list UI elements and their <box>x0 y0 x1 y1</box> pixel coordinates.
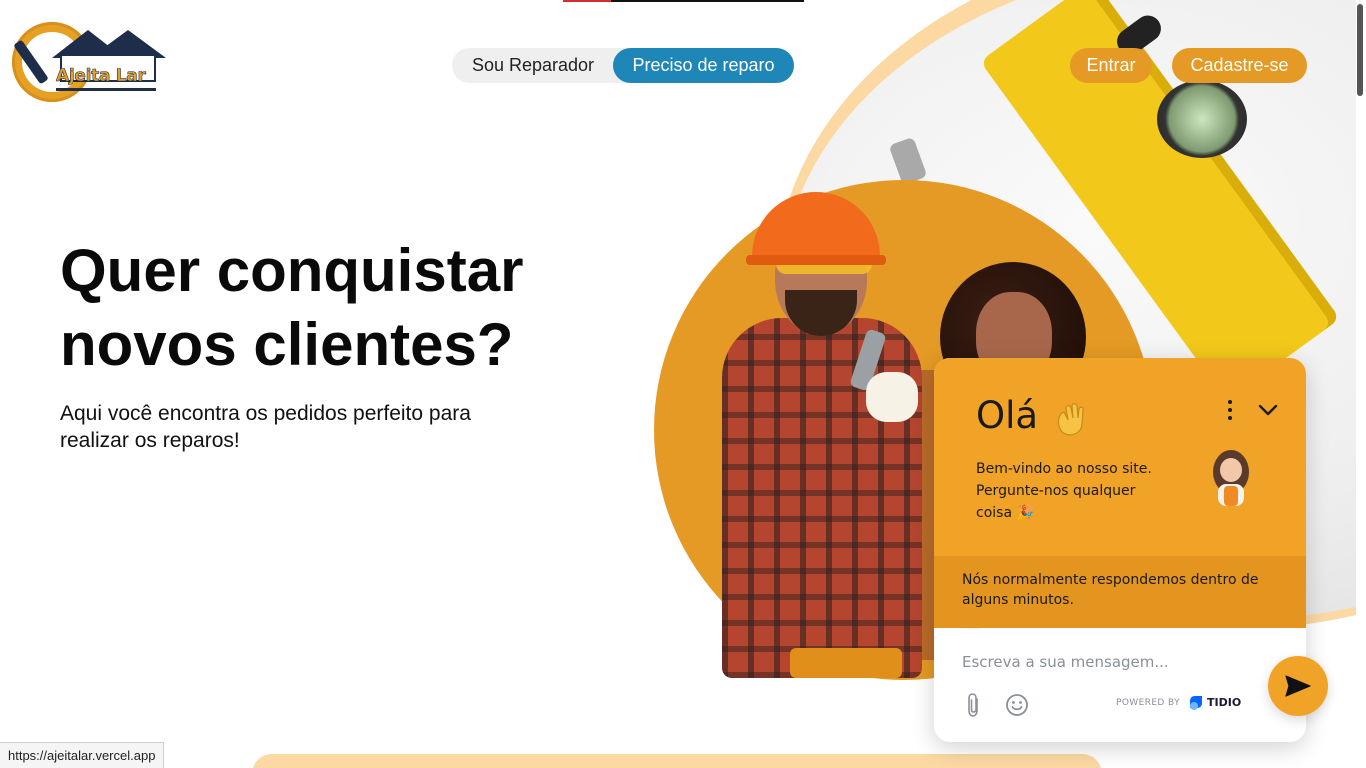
send-icon <box>1285 675 1311 697</box>
toggle-preciso-de-reparo[interactable]: Preciso de reparo <box>613 48 794 83</box>
tidio-logo-icon <box>1190 696 1202 710</box>
hero-title: Quer conquistar novos clientes? <box>60 234 620 382</box>
tool-belt <box>790 648 902 678</box>
chat-widget: Olá Bem-vindo ao nosso site. Pergunte-no… <box>934 358 1306 742</box>
paperclip-icon[interactable] <box>964 692 984 718</box>
agent-avatar <box>1213 450 1249 506</box>
login-button[interactable]: Entrar <box>1070 48 1152 83</box>
work-glove <box>866 372 918 422</box>
chat-response-text: Nós normalmente respondemos dentro de al… <box>962 572 1259 608</box>
hero-title-line-2: novos clientes? <box>60 311 514 378</box>
next-section-band <box>252 754 1102 768</box>
signup-button[interactable]: Cadastre-se <box>1172 48 1307 83</box>
wave-icon <box>1057 403 1084 436</box>
status-bar-url: https://ajeitalar.vercel.app <box>0 742 165 768</box>
hard-hat-brim <box>746 255 886 265</box>
chat-wave-divider <box>934 616 1306 629</box>
toggle-sou-reparador[interactable]: Sou Reparador <box>452 48 614 83</box>
more-vertical-icon[interactable] <box>1222 398 1238 422</box>
scrollbar-thumb[interactable] <box>1357 4 1363 96</box>
spirit-level-bubble <box>1157 80 1247 158</box>
chat-welcome-message: Bem-vindo ao nosso site. Pergunte-nos qu… <box>976 461 1152 521</box>
chat-message-input[interactable] <box>962 650 1262 674</box>
chat-greeting: Olá <box>976 394 1039 437</box>
chevron-down-icon[interactable] <box>1256 400 1280 420</box>
role-toggle: Sou Reparador Preciso de reparo <box>452 48 794 83</box>
chat-header: Olá Bem-vindo ao nosso site. Pergunte-no… <box>934 358 1306 556</box>
chat-welcome-text: Bem-vindo ao nosso site. Pergunte-nos qu… <box>976 458 1166 524</box>
hero-subtitle: Aqui você encontra os pedidos perfeito p… <box>60 402 471 452</box>
logo-roof-icon-2 <box>90 30 166 58</box>
powered-by-label: POWERED BY <box>1116 698 1181 708</box>
logo-underline <box>56 88 156 91</box>
hero-title-line-1: Quer conquistar <box>60 237 524 304</box>
smiley-icon[interactable] <box>1004 692 1030 718</box>
logo-text: Ajeita Lar <box>56 66 146 87</box>
tidio-brand[interactable]: TIDIO <box>1207 696 1241 709</box>
page-scrollbar[interactable] <box>1356 0 1366 768</box>
party-emoji: 🎉 <box>1016 505 1034 521</box>
chat-send-button[interactable] <box>1268 656 1328 716</box>
ajeita-lar-logo[interactable]: Ajeita Lar <box>12 18 166 104</box>
